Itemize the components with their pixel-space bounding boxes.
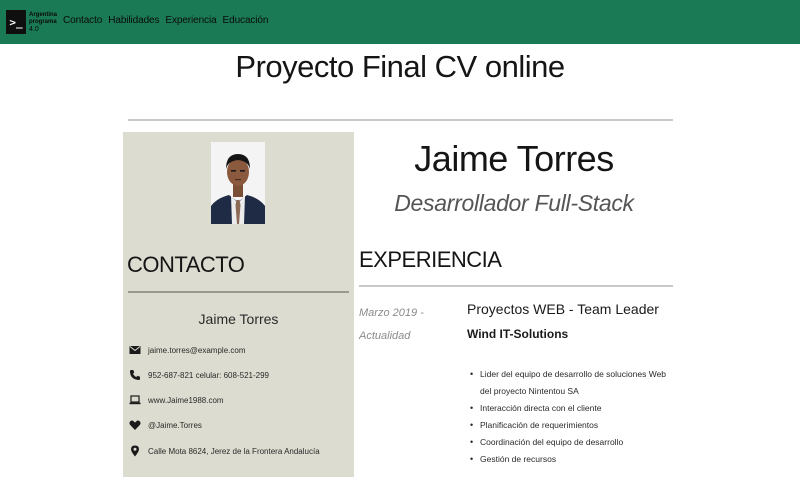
contact-address[interactable]: Calle Mota 8624, Jerez de la Frontera An… xyxy=(129,443,320,459)
experience-date-end: Actualidad xyxy=(359,330,411,342)
experience-bullet: Coordinación del equipo de desarrollo xyxy=(470,434,670,451)
nav-link-experiencia[interactable]: Experiencia xyxy=(165,15,216,26)
heart-icon xyxy=(129,420,141,430)
envelope-icon xyxy=(129,346,141,354)
contact-name: Jaime Torres xyxy=(198,311,279,327)
brand-line-1: Argentina xyxy=(29,11,58,18)
nav-link-educacion[interactable]: Educación xyxy=(223,15,269,26)
contact-social[interactable]: @Jaime.Torres xyxy=(129,417,202,433)
top-navbar: >_ Argentina programa 4.0 Contacto Habil… xyxy=(0,0,800,44)
contact-address-text: Calle Mota 8624, Jerez de la Frontera An… xyxy=(148,446,320,456)
experience-bullet: Gestión de recursos xyxy=(470,451,670,468)
title-divider xyxy=(128,119,673,121)
nav-links: Contacto Habilidades Experiencia Educaci… xyxy=(63,15,268,26)
map-pin-icon xyxy=(131,445,139,457)
brand-logo[interactable]: >_ Argentina programa 4.0 xyxy=(6,10,57,34)
experience-bullets: Lider del equipo de desarrollo de soluci… xyxy=(470,366,670,468)
contact-phone-text: 952-687-821 celular: 608-521-299 xyxy=(148,370,269,380)
nav-link-habilidades[interactable]: Habilidades xyxy=(108,15,159,26)
profile-photo-illustration xyxy=(211,142,265,224)
experience-bullet: Interacción directa con el cliente xyxy=(470,400,670,417)
profile-photo xyxy=(211,142,265,224)
main-role: Desarrollador Full-Stack xyxy=(394,190,634,216)
main-name: Jaime Torres xyxy=(414,138,614,179)
brand-line-2: programa xyxy=(29,18,57,25)
contact-divider xyxy=(128,291,349,293)
experience-heading: EXPERIENCIA xyxy=(359,247,502,272)
nav-link-contacto[interactable]: Contacto xyxy=(63,15,102,26)
phone-icon xyxy=(130,370,140,380)
page-title: Proyecto Final CV online xyxy=(235,49,565,84)
contact-heading: CONTACTO xyxy=(127,252,245,277)
contact-website-text: www.Jaime1988.com xyxy=(148,395,224,405)
brand-line-3: 4.0 xyxy=(29,25,39,33)
brand-text: Argentina programa 4.0 xyxy=(29,12,57,33)
experience-date: Marzo 2019 - Actualidad xyxy=(359,302,449,348)
terminal-icon: >_ xyxy=(6,10,26,34)
laptop-icon xyxy=(129,395,141,405)
contact-social-text: @Jaime.Torres xyxy=(148,420,202,430)
contact-sidebar: CONTACTO Jaime Torres jaime.torres@examp… xyxy=(123,132,354,477)
experience-title: Proyectos WEB - Team Leader xyxy=(467,301,659,317)
experience-divider xyxy=(359,285,673,287)
experience-bullet: Lider del equipo de desarrollo de soluci… xyxy=(470,366,670,400)
experience-date-start: Marzo 2019 - xyxy=(359,307,424,319)
contact-website[interactable]: www.Jaime1988.com xyxy=(129,392,224,408)
experience-company: Wind IT-Solutions xyxy=(467,327,569,341)
contact-phone[interactable]: 952-687-821 celular: 608-521-299 xyxy=(129,367,269,383)
contact-email[interactable]: jaime.torres@example.com xyxy=(129,342,245,358)
contact-email-text: jaime.torres@example.com xyxy=(148,345,246,355)
experience-bullet: Planificación de requerimientos xyxy=(470,417,670,434)
